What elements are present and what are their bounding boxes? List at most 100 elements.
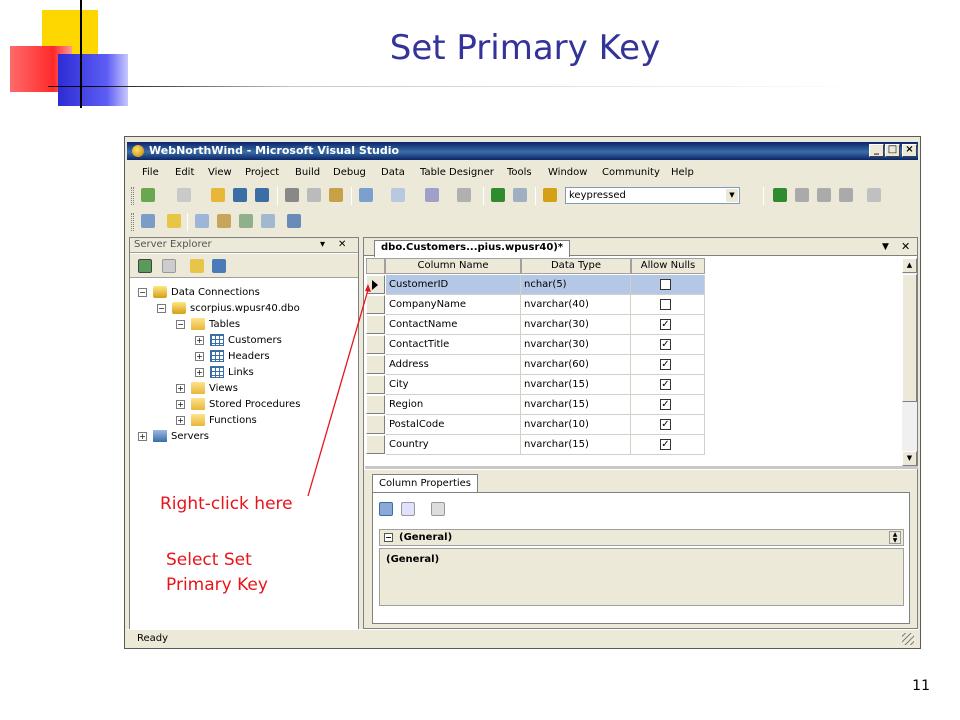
column-name-cell[interactable]: CustomerID bbox=[386, 275, 521, 295]
data-type-cell[interactable]: nvarchar(15) bbox=[521, 375, 631, 395]
row-selector[interactable] bbox=[366, 415, 385, 434]
collapse-icon[interactable]: − bbox=[384, 533, 393, 542]
menu-project[interactable]: Project bbox=[245, 167, 279, 178]
row-selector[interactable] bbox=[366, 435, 385, 454]
menu-tools[interactable]: Tools bbox=[507, 167, 532, 178]
row-selector[interactable] bbox=[366, 275, 385, 294]
tree-item[interactable]: + Stored Procedures bbox=[176, 398, 300, 414]
expand-icon[interactable]: + bbox=[176, 383, 185, 393]
connect-to-server-icon[interactable] bbox=[212, 259, 226, 273]
paste-icon[interactable] bbox=[329, 188, 343, 202]
tree-item[interactable]: + Headers bbox=[195, 350, 270, 366]
resize-grip-icon[interactable] bbox=[902, 633, 914, 645]
property-pages-icon[interactable] bbox=[431, 502, 445, 516]
row-selector[interactable] bbox=[366, 315, 385, 334]
table-row[interactable]: CompanyName nvarchar(40) bbox=[365, 295, 705, 315]
column-name-cell[interactable]: ContactTitle bbox=[386, 335, 521, 355]
maximize-button[interactable]: □ bbox=[885, 144, 900, 157]
allow-nulls-checkbox[interactable]: ✓ bbox=[660, 319, 671, 330]
column-name-cell[interactable]: Region bbox=[386, 395, 521, 415]
tree-item[interactable]: + Servers bbox=[138, 430, 209, 446]
data-type-cell[interactable]: nvarchar(60) bbox=[521, 355, 631, 375]
refresh-icon[interactable] bbox=[138, 259, 152, 273]
allow-nulls-checkbox[interactable]: ✓ bbox=[660, 439, 671, 450]
panel-close-icon[interactable]: ✕ bbox=[338, 239, 346, 250]
row-selector[interactable] bbox=[366, 355, 385, 374]
undo-icon[interactable] bbox=[359, 188, 373, 202]
redo-icon[interactable] bbox=[391, 188, 405, 202]
panel-dropdown-icon[interactable]: ▾ bbox=[320, 239, 325, 250]
tree-item[interactable]: + Functions bbox=[176, 414, 257, 430]
column-name-cell[interactable]: ContactName bbox=[386, 315, 521, 335]
menu-data[interactable]: Data bbox=[381, 167, 405, 178]
menu-window[interactable]: Window bbox=[548, 167, 587, 178]
collapse-icon[interactable]: − bbox=[176, 319, 185, 329]
data-type-cell[interactable]: nvarchar(30) bbox=[521, 335, 631, 355]
data-type-cell[interactable]: nvarchar(10) bbox=[521, 415, 631, 435]
grid-vertical-scrollbar[interactable]: ▲ ▼ bbox=[902, 258, 917, 466]
open-file-icon[interactable] bbox=[211, 188, 225, 202]
categorized-icon[interactable] bbox=[379, 502, 393, 516]
table-row[interactable]: PostalCode nvarchar(10) ✓ bbox=[365, 415, 705, 435]
allow-nulls-checkbox[interactable] bbox=[660, 299, 671, 310]
table-row[interactable]: ContactTitle nvarchar(30) ✓ bbox=[365, 335, 705, 355]
data-type-cell[interactable]: nvarchar(15) bbox=[521, 435, 631, 455]
scroll-thumb[interactable] bbox=[902, 274, 917, 402]
run-icon[interactable] bbox=[773, 188, 787, 202]
document-close-icon[interactable]: ✕ bbox=[901, 240, 910, 253]
new-project-icon[interactable] bbox=[141, 188, 155, 202]
stop-refresh-icon[interactable] bbox=[162, 259, 176, 273]
connect-to-database-icon[interactable] bbox=[190, 259, 204, 273]
find-in-files-icon[interactable] bbox=[543, 188, 557, 202]
data-type-cell[interactable]: nvarchar(30) bbox=[521, 315, 631, 335]
grid-horizontal-splitter[interactable] bbox=[365, 466, 918, 469]
column-name-cell[interactable]: Country bbox=[386, 435, 521, 455]
collapse-icon[interactable]: − bbox=[157, 303, 166, 313]
row-selector[interactable] bbox=[366, 375, 385, 394]
tree-item[interactable]: − Data Connections bbox=[138, 286, 260, 302]
allow-nulls-checkbox[interactable]: ✓ bbox=[660, 419, 671, 430]
expand-icon[interactable]: + bbox=[195, 367, 204, 377]
allow-nulls-checkbox[interactable]: ✓ bbox=[660, 379, 671, 390]
allow-nulls-checkbox[interactable]: ✓ bbox=[660, 339, 671, 350]
menu-debug[interactable]: Debug bbox=[333, 167, 366, 178]
tree-item[interactable]: + Customers bbox=[195, 334, 282, 350]
restart-icon[interactable] bbox=[839, 188, 853, 202]
fulltext-index-icon[interactable] bbox=[239, 214, 253, 228]
tree-item[interactable]: + Views bbox=[176, 382, 238, 398]
data-type-cell[interactable]: nchar(5) bbox=[521, 275, 631, 295]
column-name-cell[interactable]: PostalCode bbox=[386, 415, 521, 435]
table-row[interactable]: City nvarchar(15) ✓ bbox=[365, 375, 705, 395]
alphabetical-sort-icon[interactable] bbox=[401, 502, 415, 516]
row-selector[interactable] bbox=[366, 395, 385, 414]
column-name-cell[interactable]: Address bbox=[386, 355, 521, 375]
start-debugging-icon[interactable] bbox=[491, 188, 505, 202]
tree-item[interactable]: − Tables bbox=[176, 318, 240, 334]
menu-edit[interactable]: Edit bbox=[175, 167, 194, 178]
show-next-statement-icon[interactable] bbox=[867, 188, 881, 202]
property-scroll-icon[interactable]: ▲ ▼ bbox=[889, 531, 901, 544]
column-name-cell[interactable]: City bbox=[386, 375, 521, 395]
menu-file[interactable]: File bbox=[142, 167, 159, 178]
table-row[interactable]: Region nvarchar(15) ✓ bbox=[365, 395, 705, 415]
find-combo[interactable]: keypressed ▼ bbox=[565, 187, 740, 204]
allow-nulls-checkbox[interactable]: ✓ bbox=[660, 399, 671, 410]
chevron-down-icon[interactable]: ▼ bbox=[726, 189, 738, 202]
expand-icon[interactable]: + bbox=[176, 399, 185, 409]
row-selector[interactable] bbox=[366, 335, 385, 354]
menu-build[interactable]: Build bbox=[295, 167, 320, 178]
general-group-row[interactable]: − (General) ▲ ▼ bbox=[379, 529, 904, 546]
expand-icon[interactable]: + bbox=[138, 431, 147, 441]
row-selector[interactable] bbox=[366, 295, 385, 314]
generate-change-script-icon[interactable] bbox=[141, 214, 155, 228]
add-item-icon[interactable] bbox=[177, 188, 191, 202]
collapse-icon[interactable]: − bbox=[138, 287, 147, 297]
document-dropdown-icon[interactable]: ▼ bbox=[882, 242, 889, 252]
find-icon[interactable] bbox=[513, 188, 527, 202]
relationships-icon[interactable] bbox=[195, 214, 209, 228]
pause-icon[interactable] bbox=[795, 188, 809, 202]
column-properties-tab[interactable]: Column Properties bbox=[372, 474, 479, 492]
allow-nulls-checkbox[interactable]: ✓ bbox=[660, 359, 671, 370]
set-primary-key-icon[interactable] bbox=[167, 214, 181, 228]
scroll-up-icon[interactable]: ▲ bbox=[902, 258, 917, 273]
